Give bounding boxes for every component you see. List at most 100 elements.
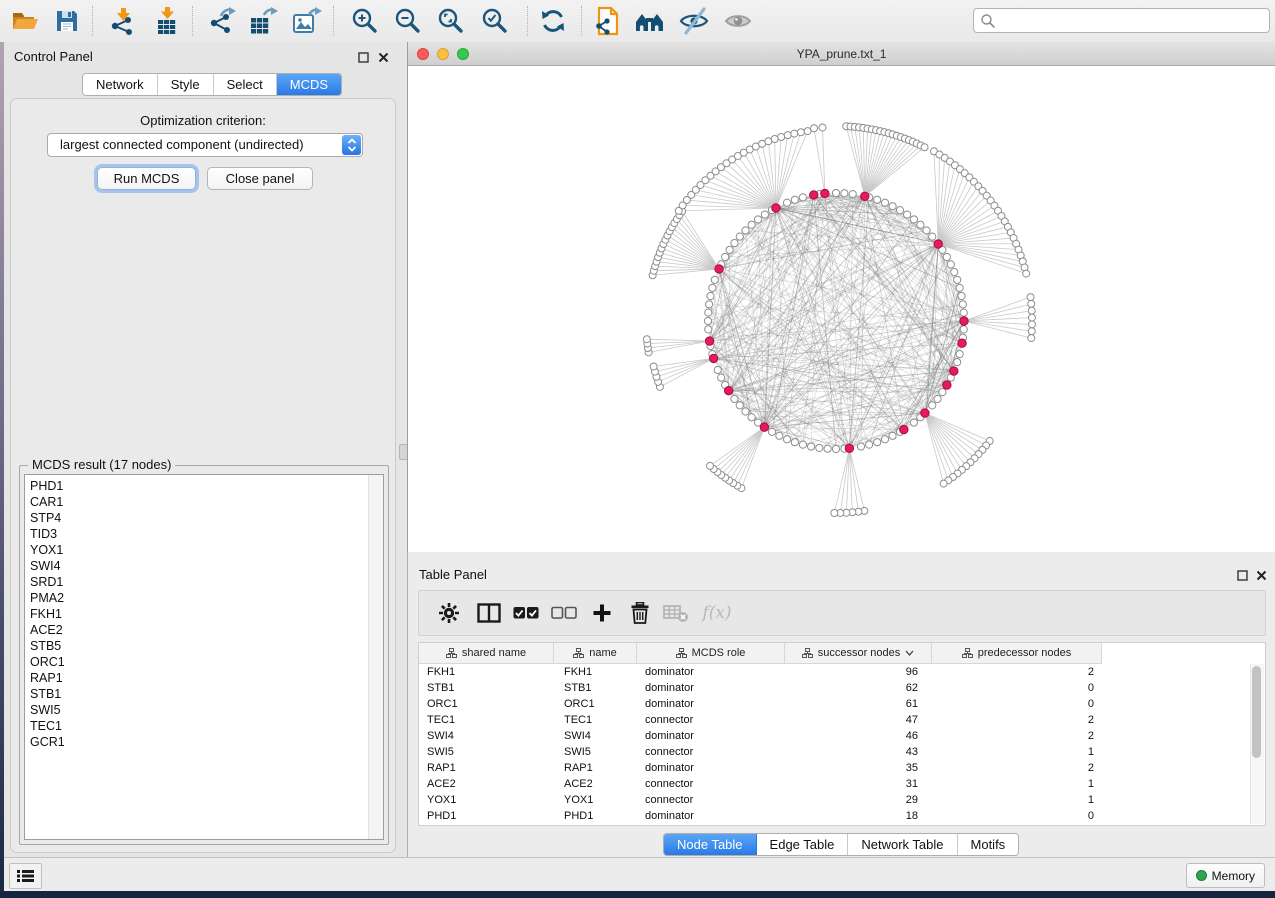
network-node[interactable]: [783, 436, 790, 443]
network-node[interactable]: [714, 366, 721, 373]
import-table-button[interactable]: [150, 5, 184, 37]
mcds-hub-node[interactable]: [958, 339, 966, 347]
mcds-result-item[interactable]: SRD1: [25, 574, 383, 590]
mcds-result-item[interactable]: CAR1: [25, 494, 383, 510]
show-all-button[interactable]: [721, 5, 755, 37]
tab-edge-table[interactable]: Edge Table: [757, 834, 849, 855]
mcds-hub-node[interactable]: [861, 192, 869, 200]
network-node[interactable]: [705, 301, 712, 308]
network-node[interactable]: [929, 233, 936, 240]
network-node[interactable]: [832, 445, 839, 452]
mcds-hub-node[interactable]: [943, 381, 951, 389]
network-node[interactable]: [791, 439, 798, 446]
table-close-button[interactable]: [1255, 569, 1268, 582]
network-node[interactable]: [943, 253, 950, 260]
tab-select[interactable]: Select: [214, 74, 277, 95]
mcds-hub-node[interactable]: [845, 444, 853, 452]
network-node[interactable]: [960, 309, 967, 316]
network-node[interactable]: [650, 363, 657, 370]
column-header-name[interactable]: name: [554, 643, 637, 663]
tab-mcds[interactable]: MCDS: [277, 74, 341, 95]
network-node[interactable]: [726, 246, 733, 253]
add-column-button[interactable]: [587, 599, 617, 627]
network-node[interactable]: [748, 414, 755, 421]
table-row[interactable]: SWI5SWI5connector431: [419, 744, 1265, 760]
network-node[interactable]: [799, 194, 806, 201]
network-node[interactable]: [910, 216, 917, 223]
mcds-result-item[interactable]: ACE2: [25, 622, 383, 638]
network-node[interactable]: [1028, 328, 1035, 335]
mcds-result-item[interactable]: YOX1: [25, 542, 383, 558]
optimization-criterion-select[interactable]: largest connected component (undirected): [47, 133, 363, 157]
network-node[interactable]: [797, 129, 804, 136]
network-node[interactable]: [910, 419, 917, 426]
zoom-in-button[interactable]: [348, 5, 382, 37]
open-session-button[interactable]: [8, 5, 42, 37]
table-row[interactable]: ACE2ACE2connector311: [419, 776, 1265, 792]
mcds-result-item[interactable]: TID3: [25, 526, 383, 542]
import-network-button[interactable]: [106, 5, 140, 37]
table-row[interactable]: PHD1PHD1dominator180: [419, 808, 1265, 824]
network-node[interactable]: [954, 359, 961, 366]
column-header-successor-nodes[interactable]: successor nodes: [785, 643, 932, 663]
close-panel-button-mcds[interactable]: Close panel: [207, 167, 313, 190]
network-node[interactable]: [778, 133, 785, 140]
mcds-hub-node[interactable]: [724, 387, 732, 395]
network-node[interactable]: [929, 402, 936, 409]
network-node[interactable]: [881, 199, 888, 206]
mcds-hub-node[interactable]: [950, 367, 958, 375]
table-row[interactable]: RAP1RAP1dominator352: [419, 760, 1265, 776]
mcds-hub-node[interactable]: [705, 337, 713, 345]
mcds-result-item[interactable]: SWI4: [25, 558, 383, 574]
network-node[interactable]: [731, 239, 738, 246]
network-node[interactable]: [889, 432, 896, 439]
network-node[interactable]: [889, 203, 896, 210]
network-from-document-button[interactable]: [590, 5, 624, 37]
table-scrollbar[interactable]: [1250, 664, 1264, 824]
network-node[interactable]: [881, 436, 888, 443]
column-header-predecessor-nodes[interactable]: predecessor nodes: [932, 643, 1102, 663]
network-node[interactable]: [841, 190, 848, 197]
network-node[interactable]: [954, 276, 961, 283]
network-node[interactable]: [1028, 321, 1035, 328]
network-node[interactable]: [874, 196, 881, 203]
network-node[interactable]: [956, 284, 963, 291]
network-node[interactable]: [784, 132, 791, 139]
mcds-hub-node[interactable]: [760, 423, 768, 431]
network-node[interactable]: [711, 276, 718, 283]
mcds-result-item[interactable]: ORC1: [25, 654, 383, 670]
network-node[interactable]: [1028, 300, 1035, 307]
zoom-fit-button[interactable]: [434, 5, 468, 37]
mcds-result-item[interactable]: PMA2: [25, 590, 383, 606]
clear-table-button[interactable]: [661, 599, 691, 627]
network-node[interactable]: [904, 211, 911, 218]
network-node[interactable]: [754, 216, 761, 223]
mcds-hub-node[interactable]: [715, 265, 723, 273]
mcds-hub-node[interactable]: [709, 354, 717, 362]
network-node[interactable]: [791, 196, 798, 203]
mcds-result-item[interactable]: SWI5: [25, 702, 383, 718]
export-table-button[interactable]: [246, 5, 280, 37]
mcds-result-item[interactable]: TEC1: [25, 718, 383, 734]
network-node[interactable]: [761, 211, 768, 218]
network-node[interactable]: [742, 408, 749, 415]
table-row[interactable]: FKH1FKH1dominator962: [419, 664, 1265, 680]
tab-motifs[interactable]: Motifs: [958, 834, 1019, 855]
network-node[interactable]: [921, 144, 928, 151]
mcds-hub-node[interactable]: [900, 425, 908, 433]
mcds-result-item[interactable]: STB5: [25, 638, 383, 654]
mcds-hub-node[interactable]: [821, 189, 829, 197]
mcds-result-item[interactable]: FKH1: [25, 606, 383, 622]
table-row[interactable]: SWI4SWI4dominator462: [419, 728, 1265, 744]
network-node[interactable]: [1028, 314, 1035, 321]
memory-button[interactable]: Memory: [1186, 863, 1265, 888]
export-network-button[interactable]: [205, 5, 239, 37]
mcds-result-item[interactable]: STP4: [25, 510, 383, 526]
network-node[interactable]: [951, 268, 958, 275]
table-row[interactable]: ORC1ORC1dominator610: [419, 696, 1265, 712]
zoom-selected-button[interactable]: [478, 5, 512, 37]
mcds-hub-node[interactable]: [810, 191, 818, 199]
tab-node-table[interactable]: Node Table: [664, 834, 757, 855]
network-node[interactable]: [709, 284, 716, 291]
network-node[interactable]: [799, 441, 806, 448]
